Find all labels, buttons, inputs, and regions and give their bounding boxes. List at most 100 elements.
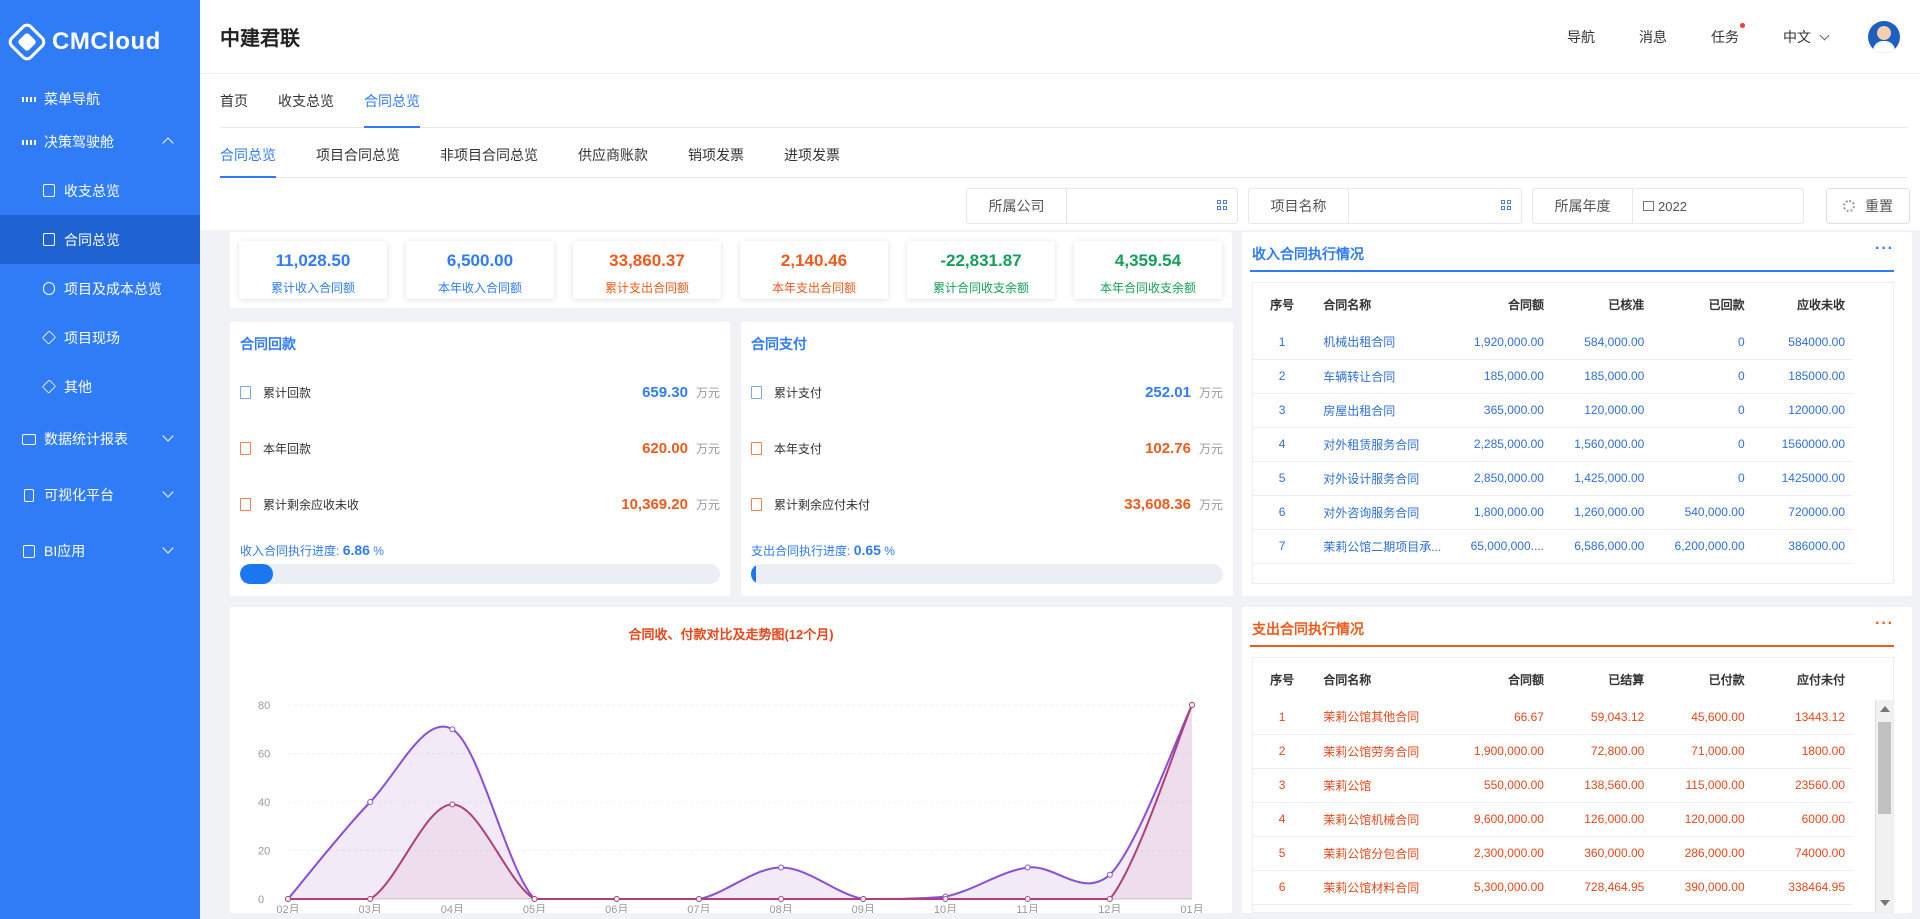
data-point xyxy=(1024,864,1031,871)
subtab-sales-invoice[interactable]: 销项发票 xyxy=(688,128,744,178)
table-cell: 66.67 xyxy=(1451,700,1552,735)
year-filter-value[interactable]: 2022 xyxy=(1633,199,1803,214)
x-tick-label: 12月 xyxy=(1098,904,1121,913)
subtab-contract-overview[interactable]: 合同总览 xyxy=(220,128,276,178)
table-cell: 720000.00 xyxy=(1752,495,1853,530)
logo[interactable]: CMCloud xyxy=(0,0,200,84)
table-row[interactable]: 6 对外咨询服务合同 1,800,000.00 1,260,000.00 540,000… xyxy=(1253,495,1853,530)
stat-card: 2,140.46 本年支出合同额 xyxy=(740,241,888,299)
table-cell: 584,000.00 xyxy=(1551,325,1653,360)
table-cell: 5 xyxy=(1253,836,1312,871)
table-cell: 0 xyxy=(1652,461,1753,496)
row-value: 10,369.20 xyxy=(621,495,688,513)
row-value: 33,608.36 xyxy=(1124,495,1191,513)
nav-link[interactable]: 导航 xyxy=(1567,27,1595,47)
table-cell: 1560000.00 xyxy=(1752,427,1853,462)
table-row[interactable]: 3 房屋出租合同 365,000.00 120,000.00 0 120000.00 xyxy=(1253,393,1853,428)
sidebar-item-contract-overview[interactable]: 合同总览 xyxy=(0,215,200,264)
subtab-non-project-contract[interactable]: 非项目合同总览 xyxy=(440,128,538,178)
sidebar-item-bi[interactable]: BI应用 xyxy=(0,523,200,579)
document-icon xyxy=(240,497,251,511)
trend-chart: 0 20 40 60 80 02月 03月 04月 05月 06月 07月 08月 09月 10月 11月 1… xyxy=(258,700,1204,913)
table-cell: 286,000.00 xyxy=(1652,836,1753,871)
table-cell: 1,920,000.00 xyxy=(1451,325,1552,360)
stat-label: 本年支出合同额 xyxy=(771,281,856,295)
grid-icon xyxy=(1217,200,1227,210)
sidebar-item-label: 数据统计报表 xyxy=(44,431,128,447)
scroll-thumb[interactable] xyxy=(1878,722,1891,814)
sidebar-item-menu-nav[interactable]: 菜单导航 xyxy=(0,80,200,118)
logo-icon xyxy=(5,20,49,64)
receipt-row: 本年回款 620.00 万元 xyxy=(240,438,720,458)
project-filter[interactable]: 项目名称 xyxy=(1248,188,1522,224)
receipt-row: 累计剩余应收未收 10,369.20 万元 xyxy=(240,494,720,514)
table-row[interactable]: 7 茉莉公馆二期项目承... 65,000,000.... 6,586,000.00 6… xyxy=(1253,529,1853,564)
tab-home[interactable]: 首页 xyxy=(220,74,248,128)
tasks-link[interactable]: 任务 xyxy=(1711,23,1745,47)
progress-label-text: 收入合同执行进度: xyxy=(240,544,340,558)
sidebar-item-visualization[interactable]: 可视化平台 xyxy=(0,467,200,523)
language-select[interactable]: 中文 xyxy=(1783,27,1830,47)
table-cell: 房屋出租合同 xyxy=(1311,393,1452,428)
table-cell: 对外租赁服务合同 xyxy=(1311,427,1452,462)
sidebar-item-income-overview[interactable]: 收支总览 xyxy=(0,166,200,215)
sidebar-item-label: 收支总览 xyxy=(64,182,120,199)
table-cell: 茉莉公馆机械合同 xyxy=(1311,802,1452,837)
sidebar-item-project-cost[interactable]: 项目及成本总览 xyxy=(0,264,200,313)
scroll-up-icon[interactable] xyxy=(1880,706,1890,712)
table-cell: 对外咨询服务合同 xyxy=(1311,495,1452,530)
expense-table: 序号 合同名称 合同额 已结算 已付款 应付未付 1 茉莉公馆其他合同 66.67 59,043… xyxy=(1252,657,1894,913)
table-cell: 120,000.00 xyxy=(1551,393,1653,428)
receipt-row: 累计回款 659.30 万元 xyxy=(240,382,720,402)
subtab-supplier-accounts[interactable]: 供应商账款 xyxy=(578,128,648,178)
table-cell: 5,300,000.00 xyxy=(1451,870,1552,905)
expense-table-panel: 支出合同执行情况 ··· 序号 合同名称 合同额 已结算 已付款 应付未付 1 茉莉公馆其他… xyxy=(1242,607,1912,913)
data-point xyxy=(695,896,702,902)
x-tick-label: 07月 xyxy=(687,904,710,913)
cube-icon xyxy=(41,379,57,394)
table-row[interactable]: 5 对外设计服务合同 2,850,000.00 1,425,000.00 0 142500… xyxy=(1253,461,1853,496)
sidebar-item-statistics[interactable]: 数据统计报表 xyxy=(0,411,200,467)
more-icon[interactable]: ··· xyxy=(1875,240,1894,258)
sidebar-item-project-site[interactable]: 项目现场 xyxy=(0,313,200,362)
avatar[interactable] xyxy=(1868,21,1900,53)
table-row[interactable]: 4 茉莉公馆机械合同 9,600,000.00 126,000.00 120,000.0… xyxy=(1253,802,1853,837)
data-point xyxy=(860,896,867,902)
subtab-purchase-invoice[interactable]: 进项发票 xyxy=(784,128,840,178)
reset-button[interactable]: 重置 xyxy=(1826,188,1910,224)
table-row[interactable]: 2 车辆转让合同 185,000.00 185,000.00 0 185000.00 xyxy=(1253,359,1853,394)
stat-card: 4,359.54 本年合同收支余额 xyxy=(1074,241,1222,299)
table-row[interactable]: 3 茉莉公馆 550,000.00 138,560.00 115,000.00 23560… xyxy=(1253,768,1853,803)
sidebar-item-label: 决策驾驶舱 xyxy=(44,134,114,150)
document-icon xyxy=(240,385,251,399)
year-filter[interactable]: 所属年度 2022 xyxy=(1532,188,1804,224)
table-cell: 1,260,000.00 xyxy=(1551,495,1653,530)
scrollbar[interactable] xyxy=(1875,700,1893,912)
grid-icon xyxy=(1501,200,1511,210)
grid-outline-icon xyxy=(22,135,36,149)
row-label: 本年支付 xyxy=(774,441,823,456)
scroll-down-icon[interactable] xyxy=(1880,900,1890,906)
table-row[interactable]: 6 茉莉公馆材料合同 5,300,000.00 728,464.95 390,000.0… xyxy=(1253,870,1853,905)
column-header: 序号 xyxy=(1270,672,1295,687)
tab-income-overview[interactable]: 收支总览 xyxy=(278,74,334,128)
table-cell: 126,000.00 xyxy=(1551,802,1653,837)
y-tick-label: 40 xyxy=(258,797,270,809)
company-filter[interactable]: 所属公司 xyxy=(966,188,1238,224)
sidebar-item-cockpit[interactable]: 决策驾驶舱 xyxy=(0,118,200,166)
data-point xyxy=(367,896,374,902)
sidebar-item-other[interactable]: 其他 xyxy=(0,362,200,411)
table-row[interactable]: 2 茉莉公馆劳务合同 1,900,000.00 72,800.00 71,000.00 1… xyxy=(1253,734,1853,769)
table-row[interactable]: 1 机械出租合同 1,920,000.00 584,000.00 0 584000.00 xyxy=(1253,325,1853,360)
messages-link[interactable]: 消息 xyxy=(1639,27,1667,47)
more-icon[interactable]: ··· xyxy=(1875,615,1894,633)
table-row[interactable]: 1 茉莉公馆其他合同 66.67 59,043.12 45,600.00 13443.12 xyxy=(1253,700,1853,735)
year-value: 2022 xyxy=(1658,198,1687,214)
loading-icon xyxy=(1843,200,1855,212)
table-row[interactable]: 5 茉莉公馆分包合同 2,300,000.00 360,000.00 286,000.0… xyxy=(1253,836,1853,871)
subtab-project-contract[interactable]: 项目合同总览 xyxy=(316,128,400,178)
stat-value: 11,028.50 xyxy=(275,251,351,270)
table-row[interactable]: 4 对外租赁服务合同 2,285,000.00 1,560,000.00 0 156000… xyxy=(1253,427,1853,462)
tab-contract-overview[interactable]: 合同总览 xyxy=(364,74,420,128)
table-cell: 13443.12 xyxy=(1752,700,1853,735)
